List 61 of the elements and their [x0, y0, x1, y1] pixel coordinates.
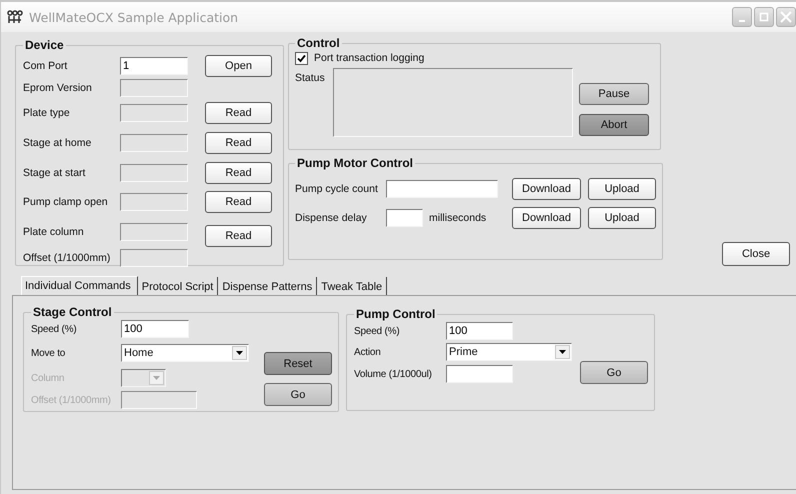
group-title: Pump Motor Control	[296, 156, 414, 170]
field-label: Status	[295, 71, 326, 86]
maximize-icon	[759, 12, 769, 22]
action-button[interactable]: Upload	[588, 206, 656, 228]
caret-icon	[559, 350, 566, 354]
checkbox[interactable]	[295, 52, 308, 64]
field-label: Speed (%)	[354, 326, 400, 336]
group-title: Device	[24, 38, 65, 52]
input-field[interactable]	[386, 208, 423, 226]
action-button[interactable]: Download	[512, 178, 581, 200]
app-icon	[7, 10, 23, 24]
tab[interactable]: Protocol Script	[138, 277, 218, 296]
field-label: Move to	[31, 348, 66, 358]
field-label: Stage at home	[23, 136, 92, 148]
input-field[interactable]	[446, 365, 513, 383]
minimize-icon	[739, 20, 745, 22]
close-window-button[interactable]	[776, 7, 796, 27]
action-button[interactable]: Open	[205, 54, 272, 76]
caret-icon	[153, 376, 160, 380]
field-label: Plate column	[23, 226, 85, 238]
group-title: Stage Control	[32, 305, 113, 319]
action-button[interactable]: Go	[580, 361, 648, 384]
window-title: WellMateOCX Sample Application	[29, 10, 238, 24]
maximize-button[interactable]	[754, 7, 774, 27]
field-label: Dispense delay	[295, 212, 368, 224]
field-label: Volume (1/1000ul)	[354, 368, 433, 380]
field-label: Action	[354, 346, 382, 358]
field-label: Eprom Version	[23, 82, 93, 94]
tab[interactable]: Individual Commands	[21, 276, 138, 295]
minimize-button[interactable]	[732, 7, 752, 27]
action-button[interactable]: Reset	[264, 352, 332, 375]
field-label: Column	[31, 372, 66, 384]
field-label: Com Port	[23, 60, 68, 72]
field-label: Stage at start	[23, 166, 86, 178]
close-button[interactable]: Close	[722, 242, 790, 266]
action-button[interactable]: Abort	[579, 114, 649, 136]
dropdown[interactable]: Home	[121, 344, 249, 362]
close-icon	[780, 11, 792, 23]
dropdown[interactable]	[121, 369, 166, 387]
field-label: Plate type	[23, 106, 71, 118]
field-label: Pump cycle count	[295, 182, 379, 194]
action-button[interactable]: Download	[512, 206, 581, 228]
checkbox-label: Port transaction logging	[314, 52, 424, 64]
field-label: Offset (1/1000mm)	[23, 252, 112, 264]
field-label: Speed (%)	[31, 324, 78, 334]
unit-label: milliseconds	[429, 212, 486, 224]
input-field[interactable]: 1	[120, 56, 188, 74]
action-button[interactable]: Upload	[588, 178, 656, 200]
caret-icon	[236, 351, 243, 355]
dropdown[interactable]: Prime	[446, 343, 572, 361]
input-field[interactable]	[386, 180, 498, 198]
tab[interactable]: Dispense Patterns	[218, 277, 318, 296]
action-button[interactable]: Pause	[579, 83, 649, 105]
input-field[interactable]: 100	[121, 320, 189, 338]
tab[interactable]: Tweak Table	[317, 277, 388, 296]
action-button[interactable]: Go	[264, 383, 332, 406]
field-label: Pump clamp open	[23, 196, 109, 208]
group-title: Control	[296, 36, 341, 50]
input-field[interactable]: 100	[446, 322, 513, 340]
group-title: Pump Control	[355, 307, 436, 321]
field-label: Offset (1/1000mm)	[31, 394, 112, 406]
